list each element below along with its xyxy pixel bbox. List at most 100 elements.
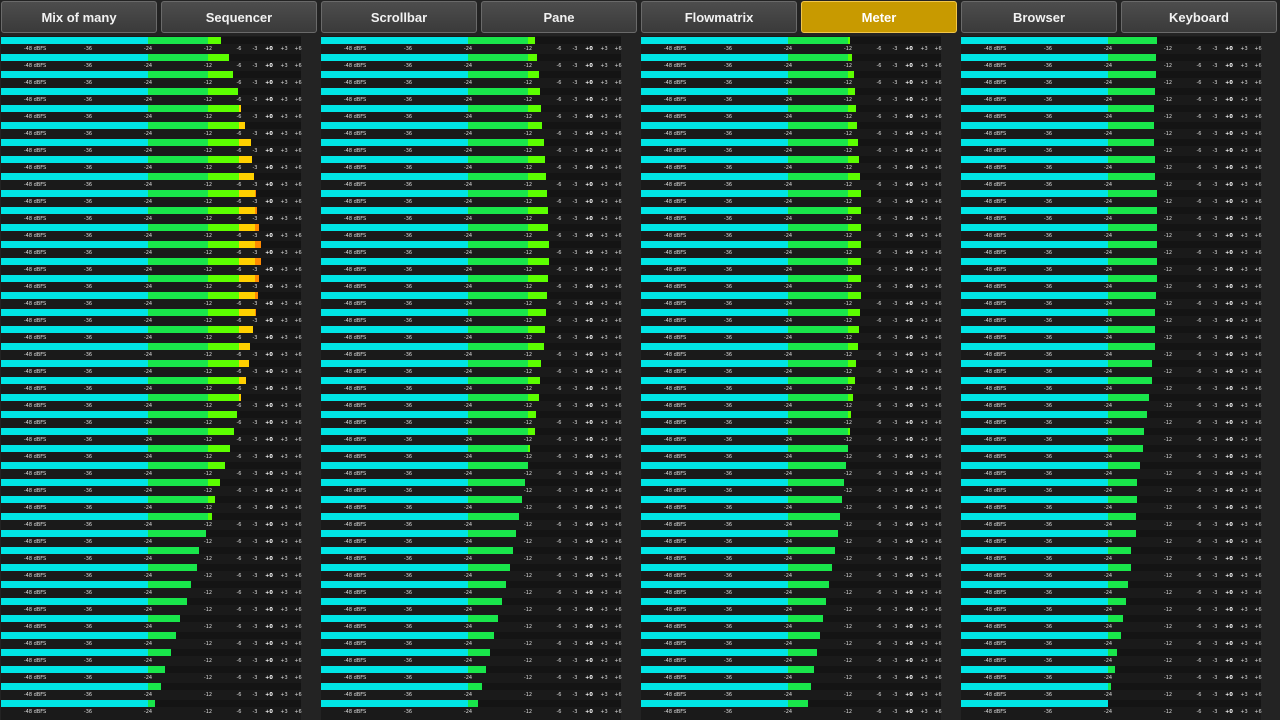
scale-label: -48 dBFS xyxy=(23,250,47,256)
meter-level-bar xyxy=(321,479,468,486)
scale-label: +6 xyxy=(1254,97,1262,103)
scale-label: -12 xyxy=(843,505,853,511)
scale-label: +3 xyxy=(280,573,288,579)
scale-label: -36 xyxy=(723,63,733,69)
scale-label: -48 dBFS xyxy=(663,335,687,341)
meter-level-bar xyxy=(1,377,148,384)
meter-level-bar xyxy=(148,224,208,231)
scale-label: -6 xyxy=(236,437,242,443)
scale-label: -6 xyxy=(236,573,242,579)
scale-label: -48 dBFS xyxy=(663,148,687,154)
scale-label: +6 xyxy=(294,182,302,188)
scale-label: +3 xyxy=(280,148,288,154)
scale-label: -48 dBFS xyxy=(663,63,687,69)
scale-label: -36 xyxy=(83,420,93,426)
scale-label: +0 xyxy=(905,233,913,239)
scale-label: -48 dBFS xyxy=(663,182,687,188)
scale-label: +6 xyxy=(614,97,622,103)
scale-label: +6 xyxy=(934,131,942,137)
scale-label: -48 dBFS xyxy=(663,454,687,460)
scale-label: -36 xyxy=(723,556,733,562)
meter-level-bar xyxy=(788,190,848,197)
meter-level-bar xyxy=(321,258,468,265)
level-meter: -48 dBFS -36 -24 -12 -6 -3 +0 +3 +6 xyxy=(641,104,942,121)
scale-label: -24 xyxy=(143,80,153,86)
level-meter: -48 dBFS -36 -24 -12 -6 -3 +0 +3 +6 xyxy=(961,53,1262,70)
meter-level-bar xyxy=(641,581,788,588)
meter-level-bar xyxy=(528,122,543,129)
scale-label: -48 dBFS xyxy=(23,386,47,392)
tab-sequencer[interactable]: Sequencer xyxy=(161,1,317,33)
scale-label: -48 dBFS xyxy=(343,386,367,392)
scale-label: -6 xyxy=(1196,216,1202,222)
level-meter: -48 dBFS -36 -24 -12 -6 -3 +0 +3 +6 xyxy=(321,138,622,155)
tab-browser[interactable]: Browser xyxy=(961,1,1117,33)
scale-label: +6 xyxy=(294,454,302,460)
scale-label: +3 xyxy=(920,641,928,647)
scale-label: -12 xyxy=(1163,471,1173,477)
scale-label: -36 xyxy=(723,114,733,120)
scale-label: +3 xyxy=(600,250,608,256)
scale-label: +6 xyxy=(614,284,622,290)
scale-label: -24 xyxy=(783,97,793,103)
scale-label: +3 xyxy=(920,63,928,69)
scale-label: -24 xyxy=(783,284,793,290)
tab-keyboard[interactable]: Keyboard xyxy=(1121,1,1277,33)
meter-level-bar xyxy=(468,462,528,469)
scale-label: -3 xyxy=(892,216,898,222)
meter-level-bar xyxy=(641,241,788,248)
scale-label: -3 xyxy=(1212,471,1218,477)
tab-flowmatrix[interactable]: Flowmatrix xyxy=(641,1,797,33)
level-meter: -48 dBFS -36 -24 -12 -6 -3 +0 +3 +6 xyxy=(1,291,302,308)
scale-label: +6 xyxy=(1254,641,1262,647)
scale-label: -24 xyxy=(1103,573,1113,579)
meter-level-bar xyxy=(1,632,148,639)
scale-label: -36 xyxy=(83,301,93,307)
tab-meter[interactable]: Meter xyxy=(801,1,957,33)
scale-label: -48 dBFS xyxy=(23,420,47,426)
scale-label: -12 xyxy=(523,522,533,528)
tab-mix-of-many[interactable]: Mix of many xyxy=(1,1,157,33)
scale-label: +6 xyxy=(934,267,942,273)
meter-level-bar xyxy=(1,88,148,95)
scale-label: -12 xyxy=(203,165,213,171)
scale-label: +3 xyxy=(280,131,288,137)
meter-level-bar xyxy=(321,445,468,452)
scale-label: -3 xyxy=(1212,709,1218,715)
scale-label: -6 xyxy=(236,658,242,664)
scale-label: +3 xyxy=(280,437,288,443)
scale-label: -24 xyxy=(463,539,473,545)
scale-label: +0 xyxy=(585,471,593,477)
scale-label: +3 xyxy=(600,63,608,69)
scale-label: -24 xyxy=(783,437,793,443)
scale-label: -12 xyxy=(523,148,533,154)
scale-label: +0 xyxy=(905,420,913,426)
scale-label: -12 xyxy=(1163,539,1173,545)
scale-label: +0 xyxy=(1225,658,1233,664)
scale-label: -36 xyxy=(403,624,413,630)
tab-scrollbar[interactable]: Scrollbar xyxy=(321,1,477,33)
scale-label: +3 xyxy=(280,318,288,324)
scale-label: -48 dBFS xyxy=(343,114,367,120)
scale-label: -36 xyxy=(723,624,733,630)
scale-label: -12 xyxy=(523,335,533,341)
scale-label: +3 xyxy=(280,369,288,375)
scale-label: -6 xyxy=(1196,182,1202,188)
tab-pane[interactable]: Pane xyxy=(481,1,637,33)
level-meter: -48 dBFS -36 -24 -12 -6 -3 +0 +3 +6 xyxy=(961,631,1262,648)
level-meter: -48 dBFS -36 -24 -12 -6 -3 +0 +3 +6 xyxy=(321,342,622,359)
level-meter: -48 dBFS -36 -24 -12 -6 -3 +0 +3 +6 xyxy=(1,308,302,325)
scale-label: -12 xyxy=(203,403,213,409)
scale-label: -48 dBFS xyxy=(983,692,1007,698)
scale-label: -36 xyxy=(83,335,93,341)
scale-label: +6 xyxy=(294,573,302,579)
scale-label: +0 xyxy=(905,318,913,324)
scale-label: -12 xyxy=(203,539,213,545)
scale-label: -6 xyxy=(876,386,882,392)
meter-level-bar xyxy=(641,275,788,282)
scale-label: -6 xyxy=(236,488,242,494)
meter-level-bar xyxy=(148,292,208,299)
scale-label: +6 xyxy=(934,369,942,375)
scale-label: -48 dBFS xyxy=(23,539,47,545)
scale-label: -24 xyxy=(463,301,473,307)
